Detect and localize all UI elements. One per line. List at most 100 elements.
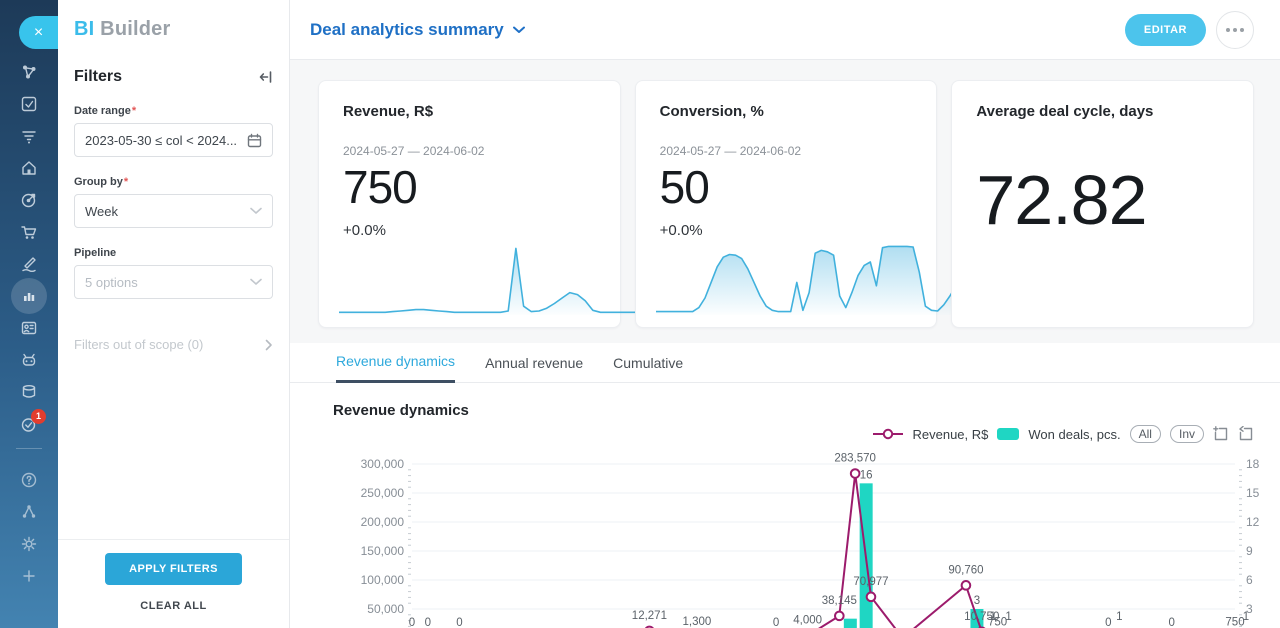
zoom-selection-icon[interactable]: [1213, 426, 1229, 442]
kpi-delta: +0.0%: [660, 222, 913, 239]
revenue-dynamics-chart: 300,000 250,000 200,000 150,000 100,000 50,00…: [330, 445, 1260, 628]
svg-text:18: 18: [1246, 457, 1260, 471]
app-logo: BI Builder: [74, 0, 273, 41]
apply-filters-button[interactable]: APPLY FILTERS: [105, 553, 242, 585]
group-by-label: Group by*: [74, 176, 273, 188]
close-button[interactable]: ×: [19, 16, 58, 49]
app-sidebar: ×: [0, 0, 58, 628]
svg-text:283,570: 283,570: [834, 453, 876, 465]
bar-legend-swatch: [997, 428, 1019, 440]
legend-won-deals-label[interactable]: Won deals, pcs.: [1028, 427, 1120, 442]
svg-text:250,000: 250,000: [361, 486, 405, 500]
svg-text:200,000: 200,000: [361, 515, 405, 529]
tab-annual-revenue[interactable]: Annual revenue: [485, 355, 583, 382]
reset-zoom-icon[interactable]: [1238, 426, 1254, 442]
stats-icon[interactable]: [0, 280, 58, 312]
conversion-sparkline: [656, 241, 956, 315]
svg-text:100,000: 100,000: [361, 573, 405, 587]
pipeline-label: Pipeline: [74, 247, 273, 259]
all-button[interactable]: All: [1130, 425, 1161, 443]
line-legend-marker: [873, 428, 903, 440]
clear-all-button[interactable]: CLEAR ALL: [58, 600, 289, 612]
date-range-input[interactable]: 2023-05-30 ≤ col < 2024...: [74, 123, 273, 157]
database-icon[interactable]: [0, 376, 58, 408]
chevron-down-icon: [250, 278, 262, 286]
network-icon[interactable]: [0, 56, 58, 88]
filters-out-of-scope-row[interactable]: Filters out of scope (0): [74, 337, 273, 352]
sidebar-bottom-nav: [0, 464, 58, 592]
kpi-card-revenue: Revenue, R$ 2024-05-27 — 2024-06-02 750 …: [318, 80, 621, 328]
cart-icon[interactable]: [0, 216, 58, 248]
approvals-icon[interactable]: 1: [0, 408, 58, 440]
group-by-value: Week: [85, 204, 118, 219]
settings-icon[interactable]: [0, 528, 58, 560]
chevron-down-icon: [513, 26, 525, 34]
contacts-icon[interactable]: [0, 312, 58, 344]
svg-text:9: 9: [1246, 544, 1253, 558]
tab-cumulative[interactable]: Cumulative: [613, 355, 683, 382]
date-range-value: 2023-05-30 ≤ col < 2024...: [85, 133, 237, 148]
svg-text:0: 0: [456, 617, 462, 628]
kpi-value: 50: [660, 160, 913, 214]
group-by-select[interactable]: Week: [74, 194, 273, 228]
svg-text:150,000: 150,000: [361, 544, 405, 558]
kpi-period: 2024-05-27 — 2024-06-02: [660, 144, 913, 158]
kpi-title: Revenue, R$: [343, 103, 596, 120]
svg-text:0: 0: [1105, 617, 1111, 628]
filters-title: Filters: [74, 68, 122, 86]
more-options-button[interactable]: [1216, 11, 1254, 49]
tab-revenue-dynamics[interactable]: Revenue dynamics: [336, 353, 455, 383]
edit-button[interactable]: EDITAR: [1125, 14, 1206, 46]
kpi-card-conversion: Conversion, % 2024-05-27 — 2024-06-02 50…: [635, 80, 938, 328]
filter-icon[interactable]: [0, 120, 58, 152]
integrations-icon[interactable]: [0, 496, 58, 528]
inv-button[interactable]: Inv: [1170, 425, 1204, 443]
home-icon[interactable]: [0, 152, 58, 184]
svg-text:750: 750: [1225, 617, 1244, 628]
date-range-label: Date range*: [74, 105, 273, 117]
svg-text:6: 6: [1246, 573, 1253, 587]
dashboard-title-dropdown[interactable]: Deal analytics summary: [310, 20, 525, 40]
svg-text:38,145: 38,145: [822, 595, 857, 607]
kpi-title: Conversion, %: [660, 103, 913, 120]
svg-text:1,300: 1,300: [682, 616, 711, 628]
svg-text:70,977: 70,977: [853, 576, 888, 588]
calendar-icon: [247, 133, 262, 148]
app-logo-primary: BI: [74, 18, 94, 40]
svg-text:0: 0: [1168, 617, 1174, 628]
svg-text:50,000: 50,000: [367, 602, 404, 616]
svg-text:3: 3: [974, 595, 980, 607]
filters-panel: BI Builder Filters Date range* 2023-05-3…: [58, 0, 290, 628]
svg-text:12: 12: [1246, 515, 1260, 529]
kpi-title: Average deal cycle, days: [976, 103, 1229, 120]
kpi-period: 2024-05-27 — 2024-06-02: [343, 144, 596, 158]
signature-icon[interactable]: [0, 248, 58, 280]
chart-legend: Revenue, R$ Won deals, pcs. All Inv: [873, 425, 1254, 443]
kpi-delta: +0.0%: [343, 222, 596, 239]
svg-text:300,000: 300,000: [361, 457, 405, 471]
svg-text:0: 0: [773, 617, 779, 628]
chevron-down-icon: [250, 207, 262, 215]
pipeline-select[interactable]: 5 options: [74, 265, 273, 299]
filters-footer: APPLY FILTERS CLEAR ALL: [58, 539, 289, 628]
chevron-right-icon: [265, 339, 273, 351]
kpi-cards-row: Revenue, R$ 2024-05-27 — 2024-06-02 750 …: [290, 60, 1280, 328]
help-icon[interactable]: [0, 464, 58, 496]
bot-icon[interactable]: [0, 344, 58, 376]
svg-text:0: 0: [425, 617, 431, 628]
chart-title: Revenue dynamics: [333, 402, 469, 419]
goals-icon[interactable]: [0, 184, 58, 216]
kpi-value: 72.82: [976, 160, 1229, 240]
app-window: ×: [0, 0, 1280, 628]
sidebar-divider: [16, 448, 42, 449]
kpi-value: 750: [343, 160, 596, 214]
chart-tabs: Revenue dynamics Annual revenue Cumulati…: [290, 343, 1280, 383]
tasks-icon[interactable]: [0, 88, 58, 120]
top-bar: Deal analytics summary EDITAR: [290, 0, 1280, 60]
collapse-panel-icon[interactable]: [257, 69, 273, 85]
svg-text:15: 15: [1246, 486, 1260, 500]
svg-text:0: 0: [409, 617, 415, 628]
revenue-sparkline: [339, 241, 639, 315]
legend-revenue-label[interactable]: Revenue, R$: [912, 427, 988, 442]
add-icon[interactable]: [0, 560, 58, 592]
